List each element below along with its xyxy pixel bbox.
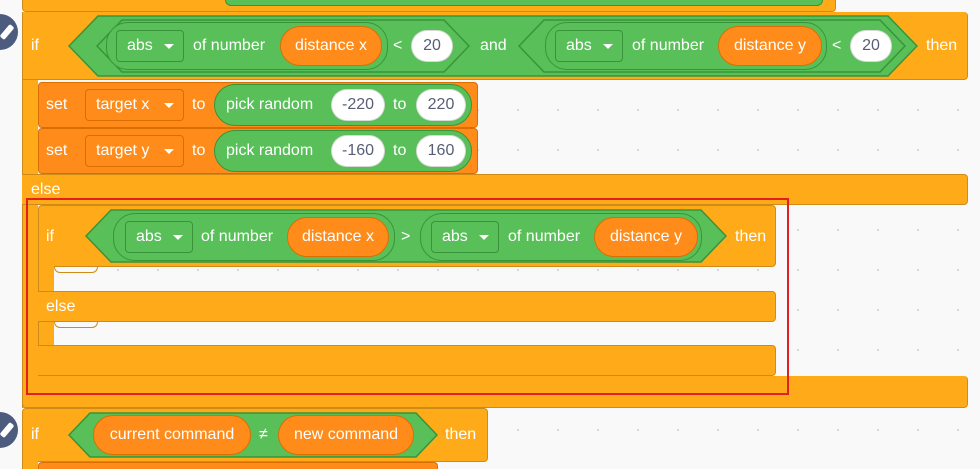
pick-random-label: pick random: [226, 142, 314, 159]
random-x-min-input[interactable]: -220: [331, 89, 385, 121]
of-number-label: of number: [193, 37, 266, 54]
not-equal-label: ≠: [259, 426, 268, 443]
random-x-max-input[interactable]: 220: [416, 89, 466, 121]
code-workspace[interactable]: if then else and abs of number distance …: [0, 0, 980, 469]
less-than-label: <: [393, 37, 403, 54]
partial-block-below[interactable]: [38, 462, 438, 469]
to-label: to: [393, 96, 407, 113]
else-label: else: [31, 181, 61, 198]
abs-dropdown-label: abs: [127, 37, 153, 54]
less-than-label: <: [832, 37, 842, 54]
chevron-down-icon: [164, 44, 174, 49]
and-label: and: [480, 37, 507, 54]
script-toggle-icon[interactable]: [0, 14, 18, 50]
then-label: then: [445, 426, 477, 443]
target-y-dropdown-label: target y: [96, 142, 150, 159]
abs-dropdown-label: abs: [566, 37, 592, 54]
to-label: to: [393, 142, 407, 159]
target-x-dropdown-label: target x: [96, 96, 150, 113]
current-command-reporter[interactable]: current command: [93, 415, 251, 455]
to-label: to: [192, 96, 206, 113]
abs-dropdown-y[interactable]: abs: [555, 30, 623, 62]
chevron-down-icon: [164, 149, 174, 154]
chevron-down-icon: [164, 103, 174, 108]
partial-operator-above[interactable]: [225, 0, 823, 6]
selection-highlight-box: [26, 198, 789, 395]
new-command-reporter[interactable]: new command: [278, 415, 414, 455]
to-label: to: [192, 142, 206, 159]
if-label: if: [31, 426, 39, 443]
script-toggle-icon[interactable]: [0, 412, 18, 448]
then-label: then: [926, 37, 958, 54]
random-y-max-input[interactable]: 160: [416, 135, 466, 167]
random-y-min-input[interactable]: -160: [331, 135, 385, 167]
distance-y-reporter[interactable]: distance y: [718, 26, 822, 66]
distance-x-reporter[interactable]: distance x: [280, 26, 382, 66]
target-y-dropdown[interactable]: target y: [85, 135, 184, 167]
threshold-y-input[interactable]: 20: [850, 30, 892, 62]
set-label: set: [46, 142, 68, 159]
of-number-label: of number: [632, 37, 705, 54]
target-x-dropdown[interactable]: target x: [85, 89, 184, 121]
abs-dropdown-x[interactable]: abs: [116, 30, 184, 62]
chevron-down-icon: [603, 44, 613, 49]
if-block-command-arm: [22, 461, 38, 469]
if-label: if: [31, 37, 39, 54]
pick-random-label: pick random: [226, 96, 314, 113]
set-label: set: [46, 96, 68, 113]
threshold-x-input[interactable]: 20: [411, 30, 453, 62]
